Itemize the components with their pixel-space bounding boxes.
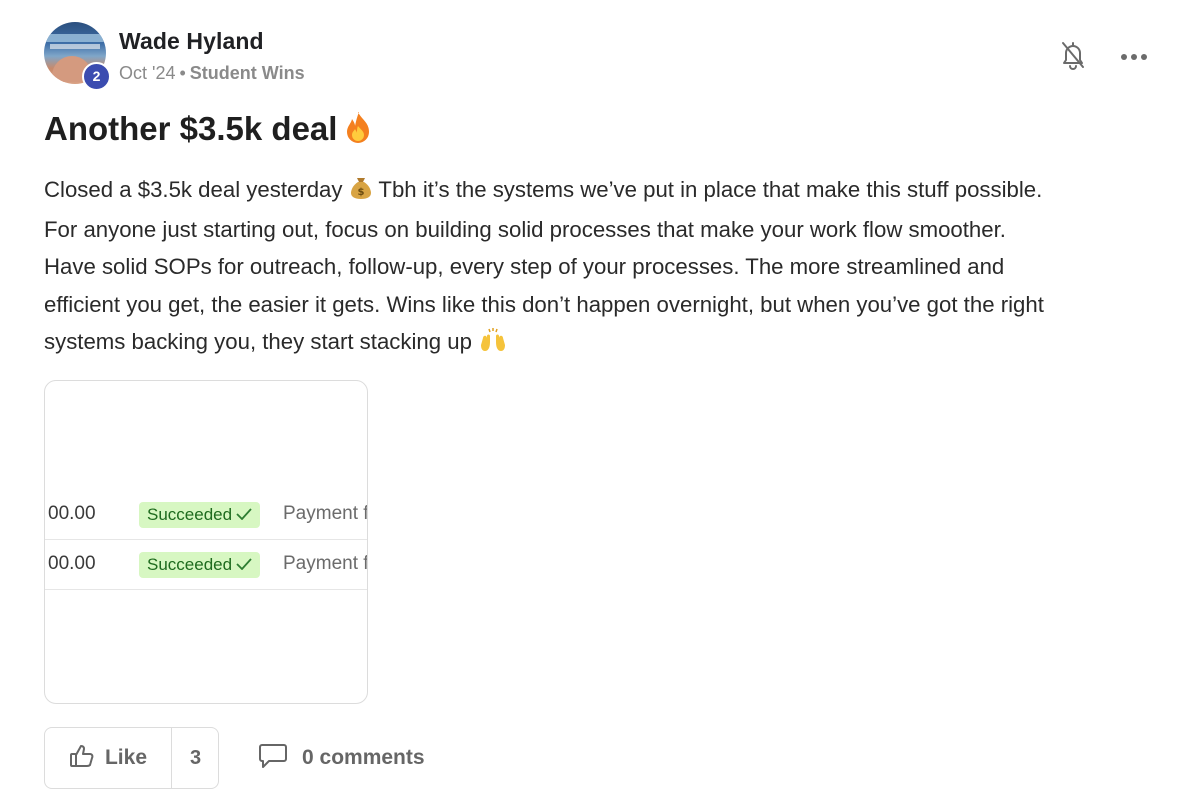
like-label: Like [104, 746, 148, 769]
post-body-line: systems backing you, they start stacking… [44, 323, 1174, 363]
post-title: Another $3.5k deal [44, 110, 373, 152]
post-category[interactable]: Student Wins [190, 63, 305, 83]
post-title-text: Another $3.5k deal [44, 110, 338, 147]
payment-row: 00.00 Succeeded Payment f [45, 490, 368, 540]
like-count[interactable]: 3 [172, 728, 219, 788]
payment-amount: 00.00 [48, 553, 96, 574]
payment-row: 00.00 Succeeded Payment f [45, 540, 368, 590]
raising-hands-emoji-icon [480, 326, 506, 363]
post-meta: Oct '24 • Student Wins [119, 63, 305, 84]
status-badge: Succeeded [139, 552, 261, 578]
post-body: Closed a $3.5k deal yesterday $ Tbh it’s… [44, 171, 1174, 363]
notification-toggle-button[interactable] [1056, 40, 1090, 74]
svg-text:$: $ [357, 187, 364, 198]
check-icon [236, 505, 252, 524]
comment-bubble-icon [258, 742, 288, 775]
post-body-line: Have solid SOPs for outreach, follow-up,… [44, 254, 1005, 280]
meta-separator: • [179, 63, 186, 83]
like-button[interactable]: Like [45, 728, 171, 788]
payment-description: Payment f [283, 503, 368, 524]
status-badge: Succeeded [139, 502, 261, 528]
bell-off-icon [1060, 40, 1086, 75]
post-body-line: For anyone just starting out, focus on b… [44, 217, 1006, 243]
attachment-image[interactable]: 00.00 Succeeded Payment f 00.00 Succeede… [44, 380, 368, 704]
more-horizontal-icon [1120, 48, 1148, 66]
check-icon [236, 555, 252, 574]
level-badge: 2 [82, 62, 111, 91]
comments-label: 0 comments [302, 746, 425, 769]
more-options-button[interactable] [1117, 44, 1151, 70]
like-group: Like 3 [44, 727, 219, 789]
thumbs-up-icon [69, 744, 95, 773]
comments-button[interactable]: 0 comments [258, 740, 425, 776]
fire-emoji-icon [343, 110, 373, 152]
post-body-line: efficient you get, the easier it gets. W… [44, 291, 1044, 317]
post-date: Oct '24 [119, 63, 176, 83]
author-name[interactable]: Wade Hyland [119, 28, 264, 55]
payment-description: Payment f [283, 553, 368, 574]
post-body-line: Closed a $3.5k deal yesterday $ Tbh it’s… [44, 171, 1174, 211]
post-card: 2 Wade Hyland Oct '24 • Student Wins Anoth… [0, 0, 1200, 810]
payment-amount: 00.00 [48, 503, 96, 524]
money-bag-emoji-icon: $ [350, 174, 371, 211]
